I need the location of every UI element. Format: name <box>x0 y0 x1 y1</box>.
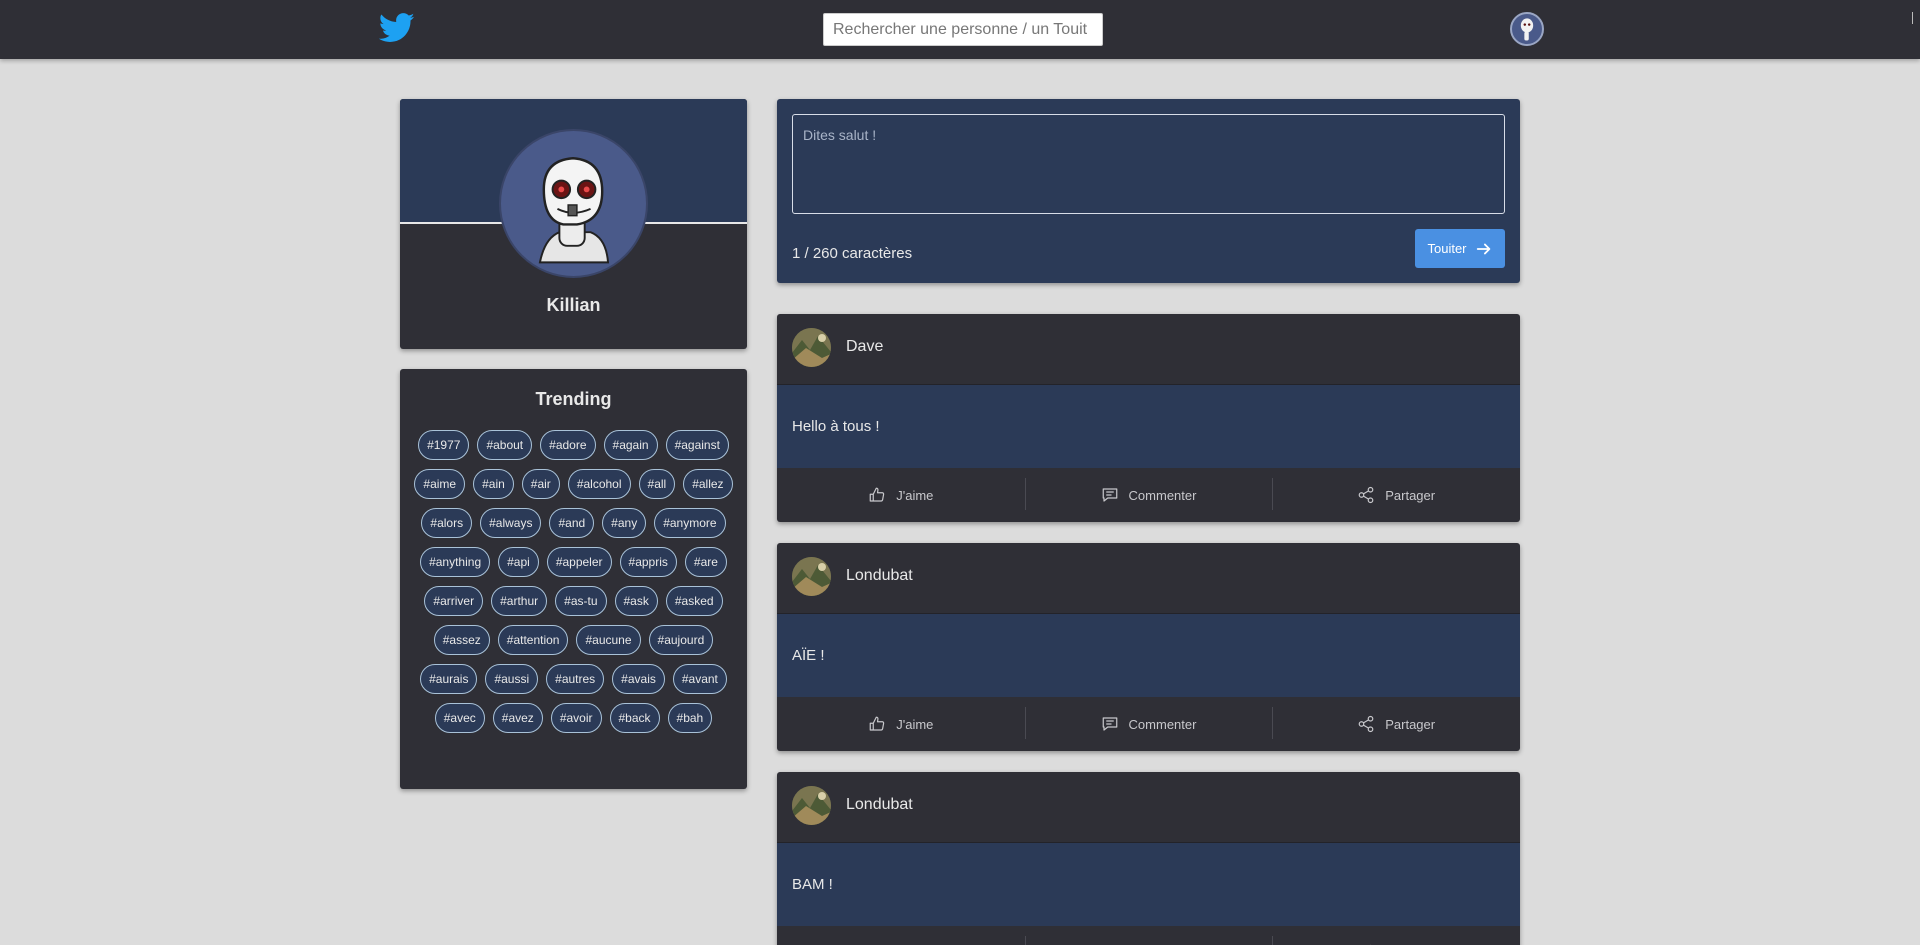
post-actions: J'aimeCommenterPartager <box>777 926 1520 945</box>
trending-tag[interactable]: #alors <box>421 508 473 538</box>
trending-tag[interactable]: #aurais <box>420 664 478 694</box>
trending-tag[interactable]: #aime <box>414 469 466 499</box>
comment-icon <box>1102 717 1117 731</box>
post-author-avatar[interactable] <box>792 557 831 596</box>
window-edge-divider <box>1912 12 1913 24</box>
post-actions: J'aime Commenter Partager <box>777 468 1520 522</box>
profile-avatar[interactable] <box>499 129 648 278</box>
trending-tag[interactable]: #allez <box>683 469 733 499</box>
trending-tag[interactable]: #assez <box>433 625 490 655</box>
trending-tag[interactable]: #all <box>638 469 676 499</box>
post-author-name[interactable]: Dave <box>846 338 883 356</box>
thumbs-up-icon <box>869 716 885 731</box>
trending-tag[interactable]: #api <box>498 547 539 577</box>
trending-tag[interactable]: #air <box>521 469 560 499</box>
post-header: Dave <box>777 314 1520 384</box>
comment-button[interactable]: Commenter <box>1024 468 1273 522</box>
share-icon <box>1358 715 1374 733</box>
post-card: Londubat AÏE ! J'aime Commenter Partager <box>777 543 1520 751</box>
search-input[interactable] <box>823 13 1103 46</box>
comment-label: Commenter <box>1128 487 1197 503</box>
trending-tag[interactable]: #anything <box>420 547 491 577</box>
trending-tag-list: #1977 #about #adore #again #against #aime #ain… <box>414 430 733 733</box>
trending-tag[interactable]: #avec <box>434 703 485 733</box>
trending-tag[interactable]: #avoir <box>550 703 602 733</box>
share-icon <box>1358 486 1374 504</box>
post-author-avatar[interactable] <box>792 786 831 825</box>
trending-tag[interactable]: #are <box>684 547 727 577</box>
arrow-right-icon <box>1476 243 1490 254</box>
trending-tag[interactable]: #arriver <box>424 586 484 616</box>
touiter-button-label: Touiter <box>1427 241 1467 256</box>
trending-tag[interactable]: #against <box>665 430 729 460</box>
trending-tag[interactable]: #attention <box>497 625 569 655</box>
top-nav-bar <box>0 0 1920 59</box>
post-text: Hello à tous ! <box>792 418 880 435</box>
character-counter: 1 / 260 caractères <box>792 245 913 262</box>
post-body: AÏE ! <box>777 613 1520 697</box>
trending-tag[interactable]: #appeler <box>546 547 612 577</box>
trending-tag[interactable]: #ain <box>473 469 514 499</box>
post-author-avatar[interactable] <box>792 328 831 367</box>
post-actions: J'aime Commenter Partager <box>777 697 1520 751</box>
like-label: J'aime <box>896 487 934 503</box>
trending-tag[interactable]: #and <box>549 508 595 538</box>
compose-textarea[interactable] <box>792 114 1505 214</box>
profile-name: Killian <box>546 295 601 315</box>
trending-tag[interactable]: #anymore <box>654 508 726 538</box>
trending-tag[interactable]: #autres <box>546 664 605 694</box>
trending-tag[interactable]: #always <box>480 508 542 538</box>
trending-tag[interactable]: #1977 <box>418 430 470 460</box>
trending-tag[interactable]: #appris <box>619 547 677 577</box>
post-author-name[interactable]: Londubat <box>846 567 913 585</box>
post-header: Londubat <box>777 543 1520 613</box>
trending-tag[interactable]: #avais <box>612 664 665 694</box>
trending-tag[interactable]: #aujourd <box>648 625 714 655</box>
post-card: Londubat BAM ! J'aimeCommenterPartager <box>777 772 1520 945</box>
post-card: Dave Hello à tous ! J'aime Commenter Partage… <box>777 314 1520 522</box>
post-text: AÏE ! <box>792 647 825 664</box>
post-author-name[interactable]: Londubat <box>846 796 913 814</box>
like-label: J'aime <box>896 716 934 732</box>
post-body: Hello à tous ! <box>777 384 1520 468</box>
touiter-button[interactable]: Touiter <box>1415 229 1505 268</box>
trending-tag[interactable]: #bah <box>667 703 713 733</box>
trending-tag[interactable]: #avant <box>672 664 727 694</box>
share-button[interactable]: Partager <box>1272 926 1520 945</box>
like-button[interactable]: J'aime <box>777 468 1025 522</box>
comment-button[interactable]: Commenter <box>1024 697 1273 751</box>
trending-title: Trending <box>535 389 612 409</box>
compose-card: 1 / 260 caractères Touiter <box>777 99 1520 283</box>
trending-card: Trending #1977 #about #adore #again #against… <box>400 369 747 789</box>
profile-card: Killian <box>400 99 747 349</box>
trending-tag[interactable]: #alcohol <box>567 469 631 499</box>
trending-tag[interactable]: #aussi <box>485 664 539 694</box>
trending-tag[interactable]: #back <box>609 703 660 733</box>
trending-tag[interactable]: #aucune <box>576 625 641 655</box>
trending-tag[interactable]: #asked <box>665 586 723 616</box>
comment-icon <box>1102 488 1117 502</box>
trending-tag[interactable]: #adore <box>540 430 596 460</box>
post-header: Londubat <box>777 772 1520 842</box>
trending-tag[interactable]: #arthur <box>491 586 548 616</box>
like-button[interactable]: J'aime <box>777 697 1025 751</box>
post-body: BAM ! <box>777 842 1520 926</box>
share-button[interactable]: Partager <box>1272 468 1520 522</box>
comment-button[interactable]: Commenter <box>1024 926 1273 945</box>
post-text: BAM ! <box>792 876 833 893</box>
trending-tag[interactable]: #ask <box>614 586 658 616</box>
trending-tag[interactable]: #avez <box>492 703 543 733</box>
twitter-bird-icon[interactable] <box>378 13 415 43</box>
share-label: Partager <box>1385 487 1436 503</box>
share-label: Partager <box>1385 716 1436 732</box>
trending-tag[interactable]: #any <box>602 508 647 538</box>
user-avatar-icon[interactable] <box>1510 12 1544 46</box>
comment-label: Commenter <box>1128 716 1197 732</box>
like-button[interactable]: J'aime <box>777 926 1025 945</box>
trending-tag[interactable]: #again <box>603 430 658 460</box>
share-button[interactable]: Partager <box>1272 697 1520 751</box>
trending-tag[interactable]: #about <box>477 430 533 460</box>
trending-tag[interactable]: #as-tu <box>555 586 607 616</box>
thumbs-up-icon <box>869 487 885 502</box>
